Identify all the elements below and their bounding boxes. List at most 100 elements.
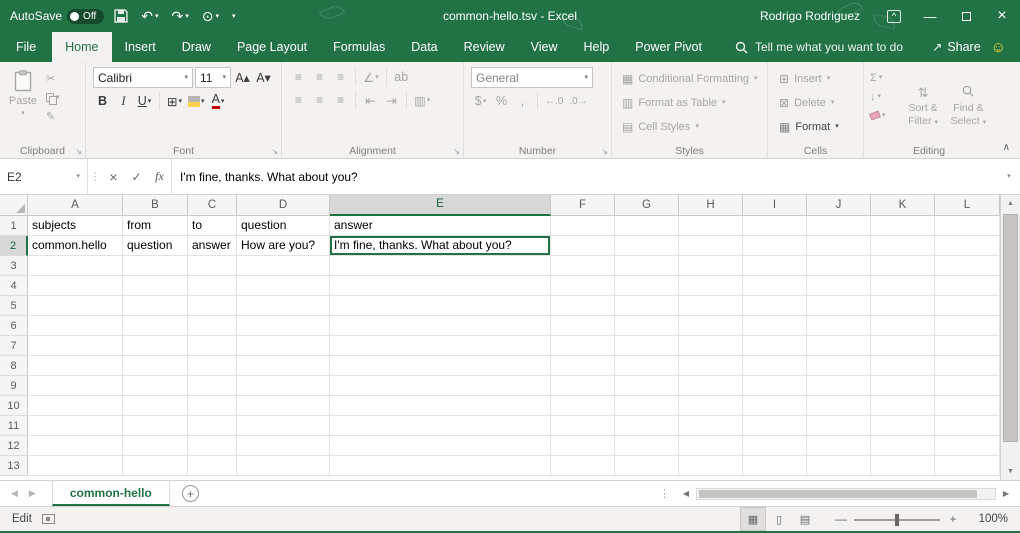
- copy-button[interactable]: ▾: [43, 89, 63, 106]
- cell-A2[interactable]: common.hello: [28, 236, 123, 256]
- vertical-scrollbar-thumb[interactable]: [1003, 214, 1018, 442]
- undo-button[interactable]: ↶ ▾: [138, 8, 161, 24]
- row-header-10[interactable]: 10: [0, 396, 28, 416]
- grow-font-button[interactable]: A▴: [233, 68, 252, 88]
- vertical-scrollbar[interactable]: ▲ ▼: [1000, 195, 1020, 480]
- cell-K11[interactable]: [871, 416, 935, 436]
- bold-button[interactable]: B: [93, 91, 112, 111]
- insert-function-button[interactable]: fx: [148, 159, 171, 194]
- ribbon-display-options-button[interactable]: ^: [876, 0, 912, 32]
- cell-C2[interactable]: answer: [188, 236, 237, 256]
- font-name-select[interactable]: Calibri ▾: [93, 67, 193, 88]
- insert-cells-button[interactable]: ⊞ Insert ▾: [771, 67, 860, 90]
- sheetbar-splitter[interactable]: ⋮: [659, 487, 670, 500]
- formula-bar-splitter[interactable]: ⋮: [88, 159, 102, 194]
- cell-E8[interactable]: [330, 356, 551, 376]
- decrease-decimal-button[interactable]: .0→: [567, 91, 589, 111]
- cell-K10[interactable]: [871, 396, 935, 416]
- cell-C11[interactable]: [188, 416, 237, 436]
- cell-D10[interactable]: [237, 396, 330, 416]
- merge-center-button[interactable]: ▥ ▾: [412, 90, 432, 110]
- cell-I1[interactable]: [743, 216, 807, 236]
- cell-G11[interactable]: [615, 416, 679, 436]
- formula-input[interactable]: I'm fine, thanks. What about you?: [171, 159, 998, 194]
- cell-F11[interactable]: [551, 416, 615, 436]
- row-header-8[interactable]: 8: [0, 356, 28, 376]
- cell-J3[interactable]: [807, 256, 871, 276]
- column-header-C[interactable]: C: [188, 195, 237, 216]
- cell-B3[interactable]: [123, 256, 188, 276]
- cell-L13[interactable]: [935, 456, 1000, 476]
- column-header-L[interactable]: L: [935, 195, 1000, 216]
- row-header-2[interactable]: 2: [0, 236, 28, 256]
- cell-B5[interactable]: [123, 296, 188, 316]
- percent-style-button[interactable]: %: [492, 91, 511, 111]
- cell-H1[interactable]: [679, 216, 743, 236]
- align-bottom-button[interactable]: ≡: [331, 67, 350, 87]
- previous-sheet-button[interactable]: ◀: [11, 488, 18, 499]
- cell-L6[interactable]: [935, 316, 1000, 336]
- cell-K13[interactable]: [871, 456, 935, 476]
- cell-H3[interactable]: [679, 256, 743, 276]
- touch-mouse-mode-button[interactable]: ⊙ ▾: [199, 8, 222, 24]
- cell-J10[interactable]: [807, 396, 871, 416]
- cell-L12[interactable]: [935, 436, 1000, 456]
- font-color-button[interactable]: A ▾: [209, 91, 228, 111]
- cell-L5[interactable]: [935, 296, 1000, 316]
- cell-K8[interactable]: [871, 356, 935, 376]
- cell-D4[interactable]: [237, 276, 330, 296]
- sort-filter-button[interactable]: ⇅ Sort & Filter ▾: [900, 65, 945, 143]
- cell-H13[interactable]: [679, 456, 743, 476]
- cell-B1[interactable]: from: [123, 216, 188, 236]
- autosave-toggle[interactable]: Off: [67, 9, 104, 24]
- row-header-1[interactable]: 1: [0, 216, 28, 236]
- cell-E9[interactable]: [330, 376, 551, 396]
- page-layout-view-button[interactable]: ▯: [766, 507, 792, 531]
- cell-A9[interactable]: [28, 376, 123, 396]
- cut-button[interactable]: ✂: [43, 70, 63, 87]
- cell-J1[interactable]: [807, 216, 871, 236]
- row-header-11[interactable]: 11: [0, 416, 28, 436]
- cell-F1[interactable]: [551, 216, 615, 236]
- customize-quick-access-button[interactable]: ▾: [229, 12, 239, 21]
- tab-view[interactable]: View: [518, 32, 571, 62]
- align-top-button[interactable]: ≡: [289, 67, 308, 87]
- cell-E10[interactable]: [330, 396, 551, 416]
- paste-button[interactable]: Paste ▾: [3, 65, 43, 143]
- cell-L7[interactable]: [935, 336, 1000, 356]
- cell-D8[interactable]: [237, 356, 330, 376]
- cell-K9[interactable]: [871, 376, 935, 396]
- cell-C1[interactable]: to: [188, 216, 237, 236]
- cell-D1[interactable]: question: [237, 216, 330, 236]
- cell-I13[interactable]: [743, 456, 807, 476]
- cell-K6[interactable]: [871, 316, 935, 336]
- cell-D7[interactable]: [237, 336, 330, 356]
- cell-I9[interactable]: [743, 376, 807, 396]
- cell-F4[interactable]: [551, 276, 615, 296]
- format-painter-button[interactable]: ✎: [43, 108, 63, 125]
- cell-K12[interactable]: [871, 436, 935, 456]
- cell-D3[interactable]: [237, 256, 330, 276]
- clear-button[interactable]: ▾: [867, 107, 900, 124]
- cell-F9[interactable]: [551, 376, 615, 396]
- cell-I4[interactable]: [743, 276, 807, 296]
- row-header-6[interactable]: 6: [0, 316, 28, 336]
- font-size-select[interactable]: 11 ▾: [195, 67, 231, 88]
- cell-B7[interactable]: [123, 336, 188, 356]
- share-button[interactable]: ↗ Share: [932, 32, 980, 62]
- tab-page-layout[interactable]: Page Layout: [224, 32, 320, 62]
- tell-me-search[interactable]: Tell me what you want to do: [735, 32, 903, 62]
- select-all-button[interactable]: [0, 195, 28, 216]
- decrease-indent-button[interactable]: ⇤: [361, 90, 380, 110]
- cell-B8[interactable]: [123, 356, 188, 376]
- cell-A7[interactable]: [28, 336, 123, 356]
- cell-A10[interactable]: [28, 396, 123, 416]
- cell-I12[interactable]: [743, 436, 807, 456]
- cell-H8[interactable]: [679, 356, 743, 376]
- cell-E11[interactable]: [330, 416, 551, 436]
- increase-indent-button[interactable]: ⇥: [382, 90, 401, 110]
- cell-D12[interactable]: [237, 436, 330, 456]
- cell-H6[interactable]: [679, 316, 743, 336]
- cell-J4[interactable]: [807, 276, 871, 296]
- column-header-B[interactable]: B: [123, 195, 188, 216]
